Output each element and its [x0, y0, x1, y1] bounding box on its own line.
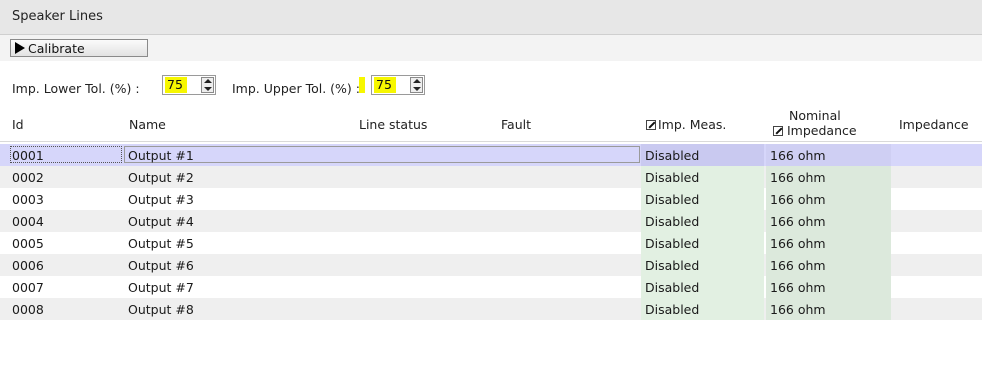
- cell-name[interactable]: Output #4: [128, 214, 194, 229]
- header-id[interactable]: Id: [12, 117, 24, 132]
- table-row[interactable]: 0003 Output #3 Disabled 166 ohm: [0, 188, 982, 210]
- table-row[interactable]: 0002 Output #2 Disabled 166 ohm: [0, 166, 982, 188]
- tolerance-bar: Imp. Lower Tol. (%) : 75 Imp. Upper Tol.…: [0, 62, 982, 102]
- upper-tolerance-highlight: [359, 77, 365, 93]
- cell-imp-meas[interactable]: Disabled: [641, 144, 764, 166]
- cell-nominal-impedance[interactable]: 166 ohm: [766, 254, 891, 276]
- table-row[interactable]: 0001 Output #1 Disabled 166 ohm: [0, 144, 982, 166]
- header-line-status[interactable]: Line status: [359, 117, 427, 132]
- nominal-value: 166 ohm: [770, 280, 826, 295]
- imp-meas-value: Disabled: [645, 148, 700, 163]
- header-fault[interactable]: Fault: [501, 117, 531, 132]
- cell-nominal-impedance[interactable]: 166 ohm: [766, 166, 891, 188]
- lower-tolerance-label: Imp. Lower Tol. (%) :: [12, 81, 140, 96]
- lower-tolerance-spinner[interactable]: [201, 77, 214, 93]
- table-row[interactable]: 0006 Output #6 Disabled 166 ohm: [0, 254, 982, 276]
- cell-imp-meas[interactable]: Disabled: [641, 188, 764, 210]
- header-nominal-line1: Nominal: [789, 108, 841, 123]
- header-impedance[interactable]: Impedance: [899, 117, 969, 132]
- imp-meas-value: Disabled: [645, 192, 700, 207]
- cell-id[interactable]: 0003: [12, 192, 44, 207]
- cell-id[interactable]: 0005: [12, 236, 44, 251]
- imp-meas-value: Disabled: [645, 258, 700, 273]
- cell-id[interactable]: 0007: [12, 280, 44, 295]
- table-row[interactable]: 0008 Output #8 Disabled 166 ohm: [0, 298, 982, 320]
- imp-meas-value: Disabled: [645, 302, 700, 317]
- nominal-value: 166 ohm: [770, 148, 826, 163]
- upper-tolerance-spinner[interactable]: [410, 77, 423, 93]
- imp-meas-value: Disabled: [645, 214, 700, 229]
- cell-name[interactable]: Output #7: [128, 280, 194, 295]
- cell-name[interactable]: Output #3: [128, 192, 194, 207]
- panel-title-bar: Speaker Lines: [0, 0, 982, 35]
- imp-meas-value: Disabled: [645, 170, 700, 185]
- cell-name[interactable]: Output #5: [128, 236, 194, 251]
- cell-id[interactable]: 0002: [12, 170, 44, 185]
- edit-icon: [773, 126, 783, 136]
- nominal-value: 166 ohm: [770, 236, 826, 251]
- cell-imp-meas[interactable]: Disabled: [641, 298, 764, 320]
- spin-down-icon[interactable]: [204, 87, 212, 91]
- cell-nominal-impedance[interactable]: 166 ohm: [766, 276, 891, 298]
- cell-name[interactable]: Output #2: [128, 170, 194, 185]
- table-row[interactable]: 0007 Output #7 Disabled 166 ohm: [0, 276, 982, 298]
- cell-nominal-impedance[interactable]: 166 ohm: [766, 144, 891, 166]
- panel-title: Speaker Lines: [12, 9, 103, 24]
- calibrate-label: Calibrate: [28, 40, 85, 56]
- cell-nominal-impedance[interactable]: 166 ohm: [766, 188, 891, 210]
- cell-id[interactable]: 0008: [12, 302, 44, 317]
- cell-nominal-impedance[interactable]: 166 ohm: [766, 232, 891, 254]
- nominal-value: 166 ohm: [770, 214, 826, 229]
- imp-meas-value: Disabled: [645, 280, 700, 295]
- cell-id[interactable]: 0006: [12, 258, 44, 273]
- cell-imp-meas[interactable]: Disabled: [641, 166, 764, 188]
- cell-imp-meas[interactable]: Disabled: [641, 254, 764, 276]
- imp-meas-value: Disabled: [645, 236, 700, 251]
- toolbar: Calibrate: [0, 35, 982, 61]
- cell-imp-meas[interactable]: Disabled: [641, 210, 764, 232]
- spin-up-icon[interactable]: [204, 79, 212, 83]
- upper-tolerance-input[interactable]: 75: [371, 75, 425, 95]
- nominal-value: 166 ohm: [770, 170, 826, 185]
- cell-name[interactable]: Output #6: [128, 258, 194, 273]
- header-imp-meas-label: Imp. Meas.: [658, 117, 727, 132]
- nominal-value: 166 ohm: [770, 192, 826, 207]
- cell-imp-meas[interactable]: Disabled: [641, 232, 764, 254]
- spin-up-icon[interactable]: [413, 79, 421, 83]
- cell-id[interactable]: 0004: [12, 214, 44, 229]
- header-nominal-line2: Impedance: [787, 123, 857, 138]
- edit-icon: [646, 120, 656, 130]
- table-row[interactable]: 0005 Output #5 Disabled 166 ohm: [0, 232, 982, 254]
- nominal-value: 166 ohm: [770, 302, 826, 317]
- header-imp-meas[interactable]: Imp. Meas.: [646, 117, 726, 132]
- name-cell-frame: [124, 146, 640, 163]
- upper-tolerance-label: Imp. Upper Tol. (%) :: [232, 81, 360, 96]
- calibrate-button[interactable]: Calibrate: [10, 39, 148, 57]
- table-row[interactable]: 0004 Output #4 Disabled 166 ohm: [0, 210, 982, 232]
- cell-nominal-impedance[interactable]: 166 ohm: [766, 298, 891, 320]
- cell-nominal-impedance[interactable]: 166 ohm: [766, 210, 891, 232]
- lower-tolerance-value: 75: [165, 77, 187, 93]
- upper-tolerance-value: 75: [374, 77, 396, 93]
- table-header: Id Name Line status Fault Imp. Meas. Nom…: [0, 105, 982, 142]
- header-name[interactable]: Name: [129, 117, 166, 132]
- lower-tolerance-input[interactable]: 75: [162, 75, 216, 95]
- play-icon: [15, 42, 25, 54]
- cell-id[interactable]: 0001: [12, 148, 44, 163]
- cell-name[interactable]: Output #8: [128, 302, 194, 317]
- cell-name[interactable]: Output #1: [128, 148, 194, 163]
- nominal-value: 166 ohm: [770, 258, 826, 273]
- cell-imp-meas[interactable]: Disabled: [641, 276, 764, 298]
- spin-down-icon[interactable]: [413, 87, 421, 91]
